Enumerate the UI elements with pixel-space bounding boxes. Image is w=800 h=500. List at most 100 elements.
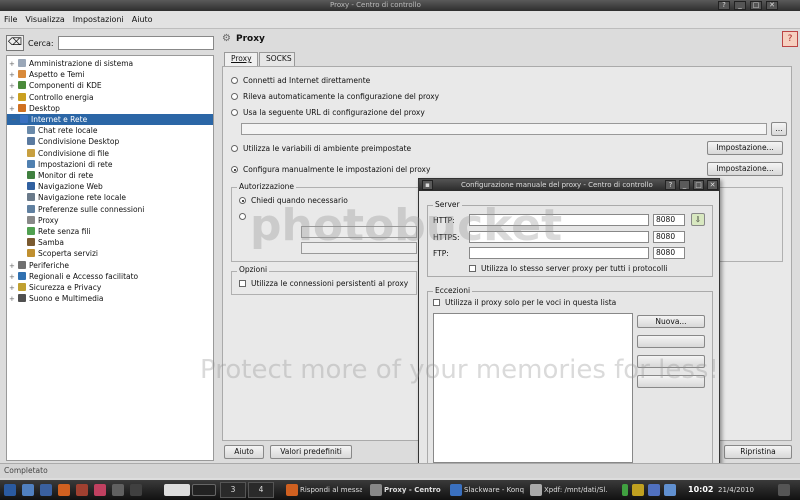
option-env[interactable]: Utilizza le variabili di ambiente preimp… <box>231 144 411 153</box>
module-icon <box>27 249 35 258</box>
tree-item-label: Regionali e Accesso facilitato <box>29 271 139 281</box>
dialog-close-button[interactable]: ✕ <box>707 180 718 190</box>
maximize-window-button[interactable]: □ <box>750 1 762 10</box>
task-konqueror[interactable]: Slackware - Konq... <box>464 483 524 497</box>
launcher-icon[interactable] <box>76 484 88 496</box>
launcher-icon[interactable] <box>94 484 106 496</box>
module-tree[interactable]: + Amministrazione di sistema + Aspetto e Te… <box>6 55 214 461</box>
help-button[interactable]: Aiuto <box>224 445 264 459</box>
tree-item[interactable]: Navigazione rete locale <box>27 192 126 203</box>
tree-item[interactable]: + Aspetto e Temi <box>9 69 85 80</box>
menu-visualizza[interactable]: Visualizza <box>25 15 64 24</box>
tree-item[interactable]: Condivisione Desktop <box>27 136 119 147</box>
tab-socks[interactable]: SOCKS <box>259 52 295 66</box>
desktop-pager-1[interactable] <box>164 484 190 496</box>
launcher-icon[interactable] <box>22 484 34 496</box>
firefox-icon[interactable] <box>58 484 70 496</box>
help-window-button[interactable]: ? <box>718 1 730 10</box>
tree-item[interactable]: Impostazioni di rete <box>27 159 112 170</box>
tree-item[interactable]: + Componenti di KDE <box>9 80 102 91</box>
config-url-input[interactable] <box>241 123 767 135</box>
menu-file[interactable]: File <box>4 15 17 24</box>
search-row: ⌫ Cerca: <box>6 34 214 52</box>
module-icon <box>18 59 26 67</box>
defaults-button[interactable]: Valori predefiniti <box>270 445 352 459</box>
browse-url-button[interactable]: … <box>771 122 787 136</box>
close-window-button[interactable]: ✕ <box>766 1 778 10</box>
copy-to-all-icon[interactable]: ⇩ <box>691 213 705 226</box>
radio-checked-icon <box>231 166 238 173</box>
radio-icon <box>239 213 246 220</box>
tree-item[interactable]: + Suono e Multimedia <box>9 293 104 304</box>
tree-item-label: Condivisione Desktop <box>38 137 120 147</box>
window-title: Proxy - Centro di controllo <box>330 1 421 9</box>
tree-item[interactable]: Chat rete locale <box>27 125 97 136</box>
tree-item[interactable]: Navigazione Web <box>27 181 103 192</box>
ftp-label: FTP: <box>433 249 449 258</box>
volume-icon[interactable] <box>648 484 660 496</box>
tree-item[interactable]: + Amministrazione di sistema <box>9 58 133 69</box>
desktop-pager-2[interactable] <box>192 484 216 496</box>
task-firefox[interactable]: Rispondi al messa... <box>300 483 362 497</box>
search-input[interactable] <box>58 36 214 50</box>
dialog-help-button[interactable]: ? <box>665 180 676 190</box>
task-proxy[interactable]: Proxy - Centro <box>384 483 444 497</box>
collapse-icon[interactable]: − <box>11 115 18 126</box>
tree-item[interactable]: Monitor di rete <box>27 170 93 181</box>
new-exception-button[interactable]: Nuova... <box>637 315 705 328</box>
desktop-4[interactable]: 4 <box>248 482 274 498</box>
dialog-maximize-button[interactable]: □ <box>693 180 704 190</box>
tree-item[interactable]: Scoperta servizi <box>27 248 98 259</box>
https-proxy-input[interactable] <box>469 231 649 243</box>
only-list-checkbox[interactable]: Utilizza il proxy solo per le voci in qu… <box>433 298 616 307</box>
launcher-icon[interactable] <box>40 484 52 496</box>
tree-item[interactable]: Samba <box>27 237 64 248</box>
tree-item[interactable]: Preferenze sulle connessioni <box>27 204 144 215</box>
tree-item[interactable]: Rete senza fili <box>27 226 91 237</box>
tree-item[interactable]: + Desktop <box>9 103 60 114</box>
task-xpdf[interactable]: Xpdf: /mnt/dati/Sl... <box>544 483 608 497</box>
ftp-port-input[interactable]: 8080 <box>653 247 685 259</box>
expand-icon[interactable]: + <box>9 294 16 305</box>
ftp-proxy-input[interactable] <box>469 247 649 259</box>
network-icon[interactable] <box>664 484 676 496</box>
tab-proxy[interactable]: Proxy <box>224 52 258 66</box>
tray-toggle-icon[interactable] <box>778 484 790 496</box>
tree-item[interactable]: Condivisione di file <box>27 148 109 159</box>
desktop-3[interactable]: 3 <box>220 482 246 498</box>
tree-item[interactable]: + Sicurezza e Privacy <box>9 282 101 293</box>
option-direct[interactable]: Connetti ad Internet direttamente <box>231 76 370 85</box>
dialog-minimize-button[interactable]: _ <box>679 180 690 190</box>
tree-item[interactable]: + Periferiche <box>9 260 69 271</box>
auth-login-option <box>239 212 251 221</box>
dialog-menu-icon[interactable]: ▪ <box>422 180 433 190</box>
menu-impostazioni[interactable]: Impostazioni <box>73 15 124 24</box>
module-icon <box>18 260 26 269</box>
option-url[interactable]: Usa la seguente URL di configurazione de… <box>231 108 425 117</box>
tree-item[interactable]: + Controllo energia <box>9 92 94 103</box>
launcher-icon[interactable] <box>112 484 124 496</box>
https-port-input[interactable]: 8080 <box>653 231 685 243</box>
clock[interactable]: 10:02 <box>688 483 713 497</box>
option-auto[interactable]: Rileva automaticamente la configurazione… <box>231 92 439 101</box>
http-proxy-input[interactable] <box>469 214 649 226</box>
exceptions-list[interactable] <box>433 313 633 463</box>
manual-setup-button[interactable]: Impostazione... <box>707 162 783 176</box>
auth-ask-option[interactable]: Chiedi quando necessario <box>239 196 348 205</box>
reset-button[interactable]: Ripristina <box>724 445 792 459</box>
env-setup-button[interactable]: Impostazione... <box>707 141 783 155</box>
tray-icon[interactable] <box>632 484 644 496</box>
terminal-icon[interactable] <box>130 484 142 496</box>
option-manual[interactable]: Configura manualmente le impostazioni de… <box>231 165 430 174</box>
tree-item[interactable]: − Internet e Rete <box>7 114 213 125</box>
kde-menu-icon[interactable] <box>4 484 16 496</box>
tree-item[interactable]: Proxy <box>27 215 59 226</box>
same-server-checkbox[interactable]: Utilizza lo stesso server proxy per tutt… <box>469 264 667 273</box>
minimize-window-button[interactable]: _ <box>734 1 746 10</box>
clear-search-icon[interactable]: ⌫ <box>6 35 24 51</box>
persistent-connections-checkbox[interactable]: Utilizza le connessioni persistenti al p… <box>239 279 408 288</box>
http-port-input[interactable]: 8080 <box>653 214 685 226</box>
help-lifebuoy-icon[interactable]: ? <box>782 31 798 47</box>
menu-aiuto[interactable]: Aiuto <box>132 15 153 24</box>
tree-item[interactable]: + Regionali e Accesso facilitato <box>9 271 138 282</box>
